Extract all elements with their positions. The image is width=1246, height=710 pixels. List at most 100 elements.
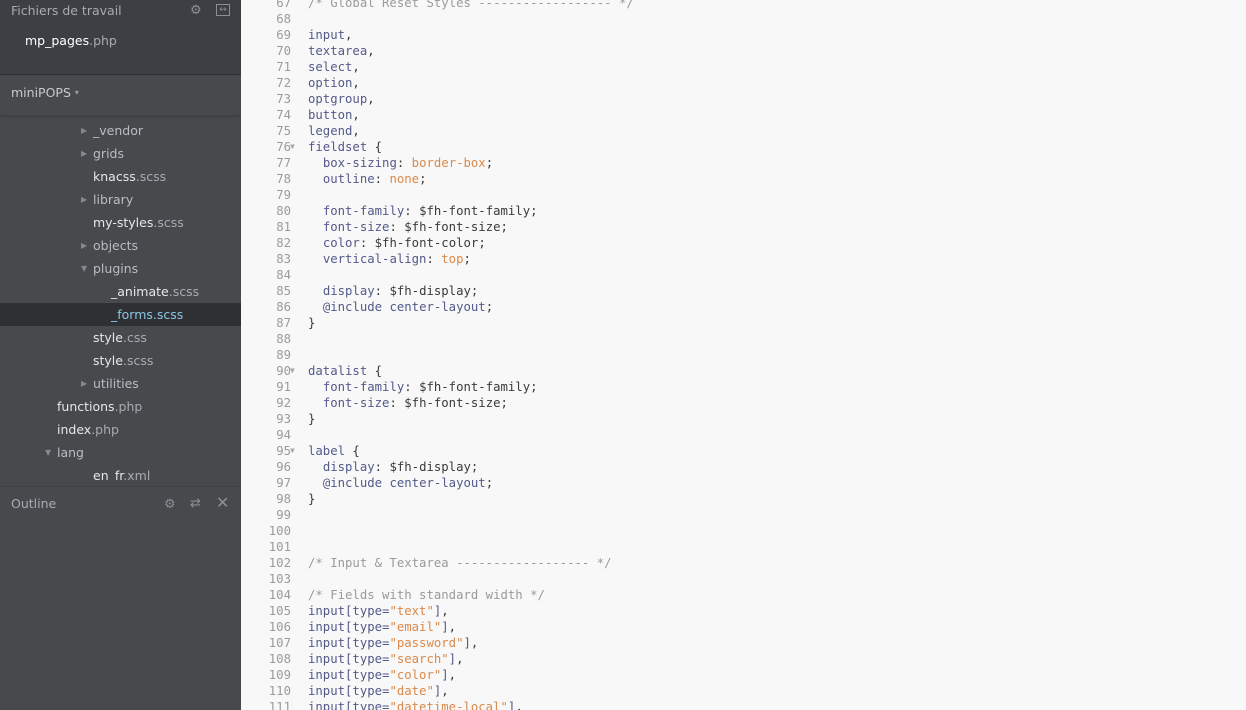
token-var: $fh-display (389, 460, 471, 474)
tree-item-label: library (93, 188, 133, 211)
token-sel: input[type= (308, 620, 390, 634)
file-name: mp_pages (25, 33, 90, 48)
line-number: 88 (276, 332, 291, 346)
token-punc: } (308, 412, 316, 426)
tree-folder[interactable]: ▶ _vendor (0, 119, 241, 142)
token-sel: input (308, 28, 346, 42)
tree-folder[interactable]: ▼ plugins (0, 257, 241, 280)
tree-folder[interactable]: ▶ objects (0, 234, 241, 257)
code-text: outline: none; (308, 171, 427, 187)
line-number: 93 (276, 412, 291, 426)
token-comment: /* Fields with standard width */ (308, 588, 545, 602)
token-punc: , (448, 668, 457, 682)
token-sel: ] (441, 620, 449, 634)
code-text: input[type="date"], (308, 683, 449, 699)
token-punc: { (367, 364, 383, 378)
project-header[interactable]: miniPOPS ▾ (0, 76, 241, 116)
item-name: functions (57, 399, 115, 414)
line-number: 91 (276, 380, 291, 394)
code-text: } (308, 491, 315, 507)
token-punc (308, 236, 323, 250)
project-dropdown[interactable]: miniPOPS ▾ (11, 85, 79, 100)
item-name: _vendor (93, 123, 143, 138)
chevron-down-icon[interactable]: ▼ (81, 257, 87, 280)
code-line: 101 (241, 539, 1246, 555)
line-number: 92 (276, 396, 291, 410)
item-ext: .scss (122, 353, 154, 368)
fold-toggle-icon[interactable]: ▼ (290, 363, 295, 379)
chevron-right-icon[interactable]: ▶ (81, 372, 87, 395)
code-line: 90 ▼ datalist { (241, 363, 1246, 379)
token-prop: display (322, 284, 375, 298)
code-line: 108 input[type="search"], (241, 651, 1246, 667)
token-punc: , (352, 124, 360, 138)
chevron-right-icon[interactable]: ▶ (81, 234, 87, 257)
working-file-item[interactable]: mp_pages.php (25, 33, 117, 48)
tree-folder[interactable]: ▶ grids (0, 142, 241, 165)
code-line: 84 (241, 267, 1246, 283)
code-text: display: $fh-display; (308, 459, 478, 475)
token-punc: , (367, 92, 375, 106)
code-text: input[type="search"], (308, 651, 463, 667)
token-punc: { (345, 444, 360, 458)
chevron-down-icon[interactable]: ▼ (45, 441, 51, 464)
fold-toggle-icon[interactable]: ▼ (290, 139, 295, 155)
chevron-right-icon[interactable]: ▶ (81, 142, 87, 165)
tree-folder[interactable]: ▼ lang (0, 441, 241, 464)
token-str: "date" (389, 684, 434, 698)
code-line: 109 input[type="color"], (241, 667, 1246, 683)
token-punc: , (448, 620, 457, 634)
split-view-icon[interactable]: ↔ (216, 4, 230, 16)
token-sel: input[type= (308, 684, 390, 698)
token-punc: : (404, 380, 420, 394)
token-punc: , (345, 28, 353, 42)
line-number: 71 (276, 60, 291, 74)
token-punc: , (470, 636, 479, 650)
code-line: 73 optgroup, (241, 91, 1246, 107)
item-ext: .css (122, 330, 147, 345)
code-line: 96 display: $fh-display; (241, 459, 1246, 475)
token-at: @include (322, 300, 383, 314)
token-punc: ; (485, 476, 494, 490)
close-icon[interactable]: ✕ (216, 495, 229, 511)
token-str: "search" (389, 652, 449, 666)
tree-file[interactable]: index.php (0, 418, 241, 441)
swap-icon[interactable]: ⇄ (190, 497, 201, 511)
token-sel: input[type= (308, 652, 390, 666)
fold-toggle-icon[interactable]: ▼ (290, 443, 295, 459)
token-punc: , (456, 652, 464, 666)
tree-file[interactable]: _forms.scss (0, 303, 241, 326)
line-number: 101 (268, 540, 291, 554)
tree-folder[interactable]: ▶ library (0, 188, 241, 211)
tree-file[interactable]: style.css (0, 326, 241, 349)
gear-icon[interactable]: ⚙ (190, 4, 202, 18)
gear-icon[interactable]: ⚙ (164, 498, 176, 512)
code-text: select, (308, 59, 360, 75)
token-punc: ; (500, 220, 508, 234)
token-punc: } (308, 316, 316, 330)
token-sel: button (308, 108, 353, 122)
code-text: button, (308, 107, 360, 123)
chevron-right-icon[interactable]: ▶ (81, 119, 87, 142)
tree-file[interactable]: en_fr.xml (0, 464, 241, 480)
code-editor[interactable]: 67 /* Global Reset Styles ---------------… (241, 0, 1246, 710)
line-number: 68 (276, 12, 291, 26)
tree-file[interactable]: _animate.scss (0, 280, 241, 303)
tree-folder[interactable]: ▶ utilities (0, 372, 241, 395)
token-prop: font-size (322, 396, 390, 410)
file-ext: .php (89, 33, 117, 48)
tree-file[interactable]: knacss.scss (0, 165, 241, 188)
tree-item-label: my-styles.scss (93, 211, 184, 234)
line-number: 78 (276, 172, 291, 186)
token-punc: : (389, 220, 405, 234)
tree-file[interactable]: style.scss (0, 349, 241, 372)
tree-file[interactable]: functions.php (0, 395, 241, 418)
tree-item-label: _vendor (93, 119, 143, 142)
item-name: my-styles (93, 215, 154, 230)
code-text: input, (308, 27, 352, 43)
line-number: 94 (276, 428, 291, 442)
line-number: 84 (276, 268, 291, 282)
code-text: input[type="text"], (308, 603, 449, 619)
tree-file[interactable]: my-styles.scss (0, 211, 241, 234)
chevron-right-icon[interactable]: ▶ (81, 188, 87, 211)
